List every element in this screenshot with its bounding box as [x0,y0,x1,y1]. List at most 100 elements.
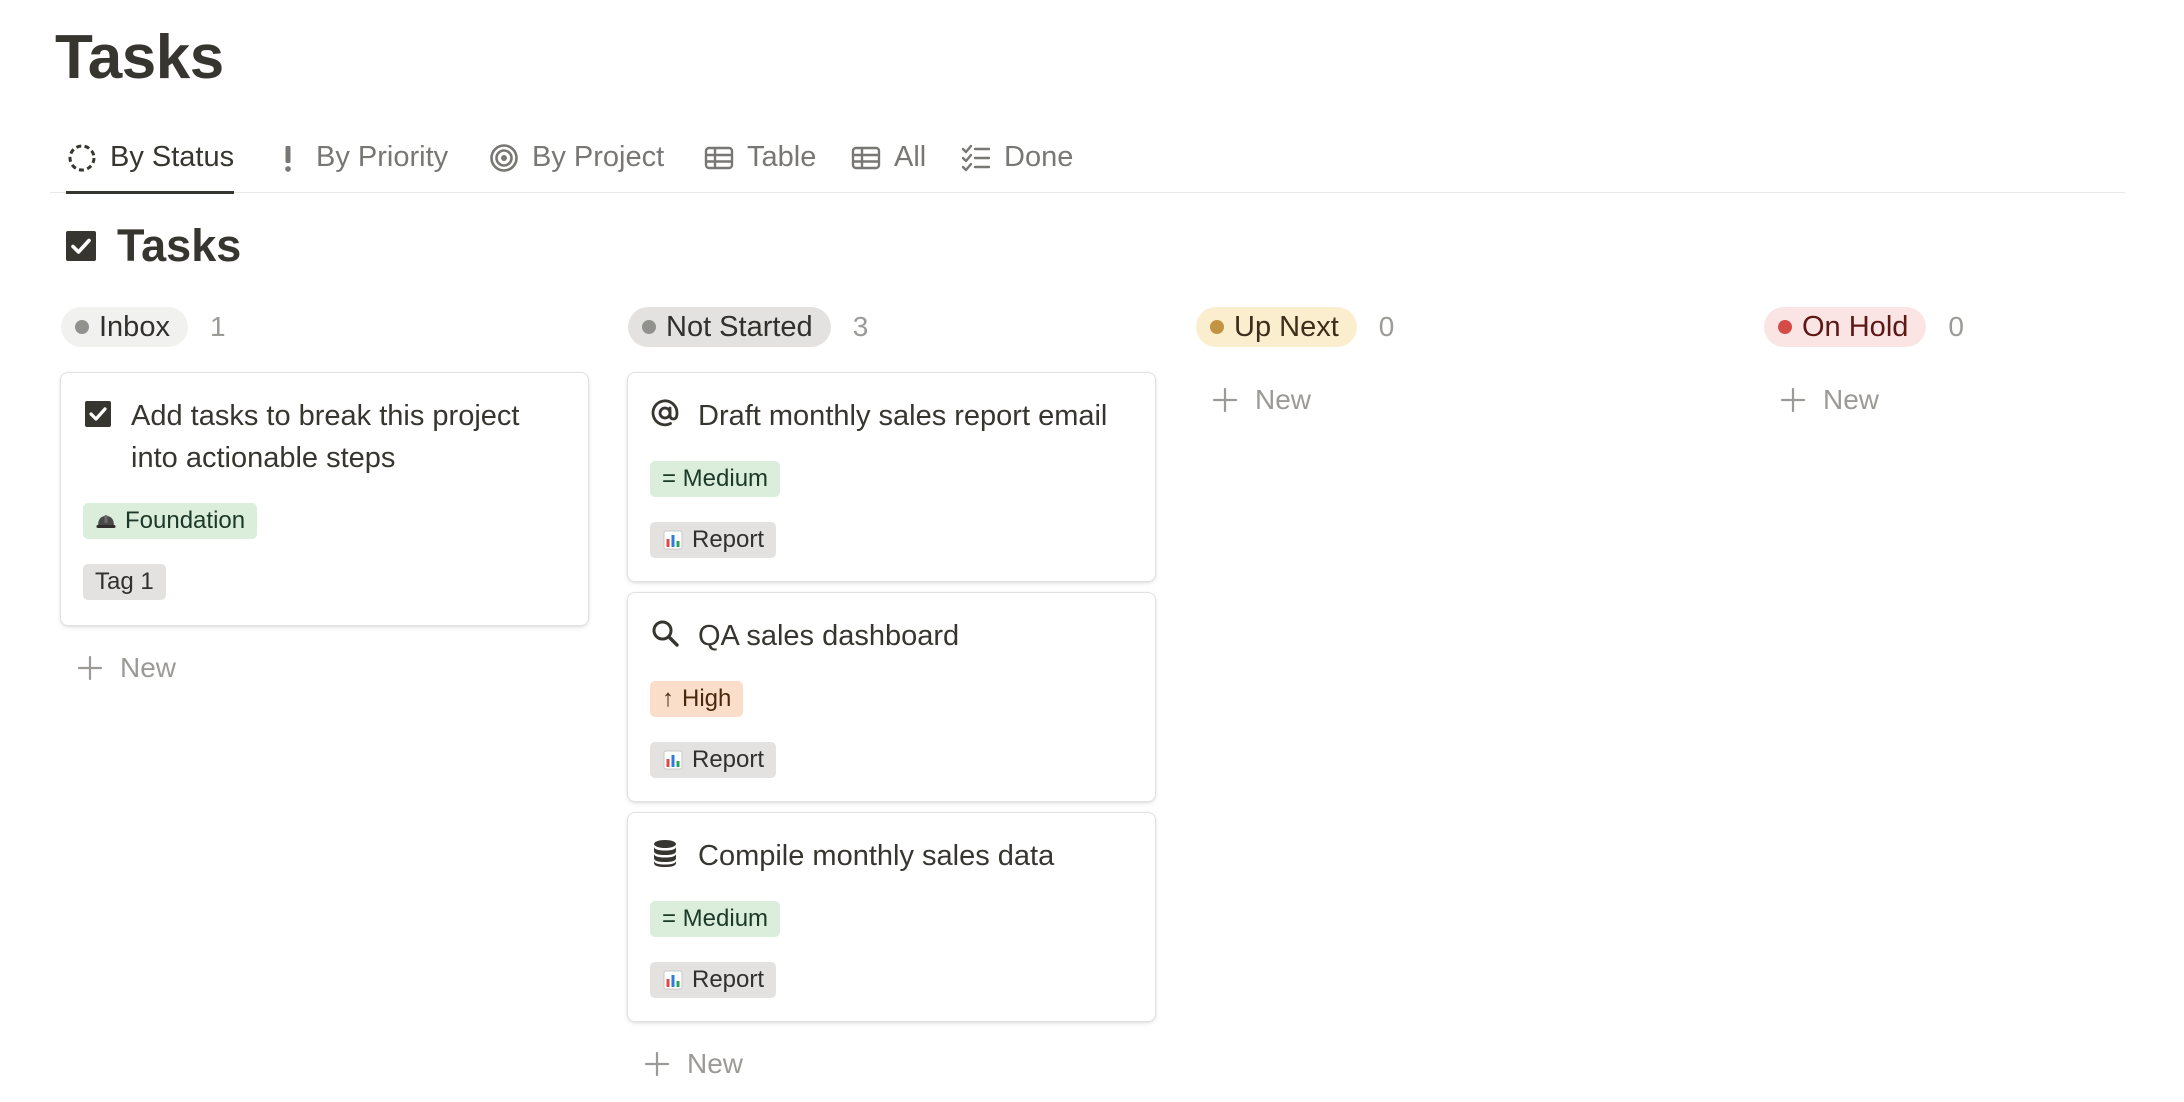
view-tabs: By Status By Priority By Project Table A… [50,123,2125,194]
task-card[interactable]: Add tasks to break this project into act… [60,372,589,626]
column-count: 0 [1948,311,1964,342]
search-icon [650,618,680,648]
priority-tag: = Medium [650,901,781,937]
checkbox-icon [83,398,113,428]
card-list: Draft monthly sales report email = Mediu… [627,372,1157,1022]
type-tag-row: Report [650,742,1133,778]
checkbox-icon [65,230,97,262]
card-title: Compile monthly sales data [698,840,1055,872]
tag-label: = Medium [662,905,769,932]
card-list: Add tasks to break this project into act… [60,372,590,626]
bar-chart-icon [663,970,683,990]
priority-tag: ↑ High [650,681,744,717]
status-dot [1210,320,1224,334]
plus-icon [1212,387,1238,413]
exclamation-icon [285,145,291,172]
tab-label: Table [747,141,817,173]
status-pill[interactable]: Inbox [61,307,188,347]
priority-tag: = Medium [650,461,781,497]
plus-icon [1780,387,1806,413]
column-header: Not Started 3 [627,306,1157,348]
column-header: On Hold 0 [1763,306,2184,348]
tab-label: Done [1004,141,1074,173]
status-label: Up Next [1234,310,1339,343]
tag-label: Report [692,526,765,553]
type-tag: Report [650,962,777,998]
tab-table[interactable]: Table [703,123,816,192]
tab-label: By Project [532,141,665,173]
new-label: New [687,1048,744,1079]
board-column-on-hold: On Hold 0 New [1763,306,2184,422]
board-column-not-started: Not Started 3 Draft monthly sales report… [627,306,1157,1086]
task-card[interactable]: Compile monthly sales data = Medium Repo… [627,812,1156,1022]
status-pill[interactable]: On Hold [1764,307,1927,347]
tab-label: By Status [110,141,235,173]
card-title-row: Draft monthly sales report email [650,395,1133,437]
new-label: New [1255,384,1312,415]
card-title: Draft monthly sales report email [698,400,1108,432]
construction-helmet-icon [96,515,116,528]
board-column-inbox: Inbox 1 Add tasks to break this project … [60,306,590,690]
task-card[interactable]: Draft monthly sales report email = Mediu… [627,372,1156,582]
tag-label: Report [692,746,765,773]
add-new-button[interactable]: New [1195,378,1725,422]
database-title: Tasks [117,220,242,271]
card-title-row: QA sales dashboard [650,615,1133,657]
at-sign-icon [650,398,680,428]
type-tag: Report [650,742,777,778]
priority-tag-row: ↑ High [650,681,1133,717]
column-count: 1 [209,311,226,342]
add-new-button[interactable]: New [627,1042,1157,1086]
column-count: 3 [852,311,869,342]
status-pill[interactable]: Up Next [1196,307,1357,347]
tag-label: Report [692,966,765,993]
status-label: Inbox [99,310,170,343]
plus-icon [644,1051,670,1077]
table-icon [851,146,881,169]
tag-label: = Medium [662,465,769,492]
tab-all[interactable]: All [850,123,926,192]
board-column-up-next: Up Next 0 New [1195,306,1725,422]
plus-icon [77,655,103,681]
status-circle-icon [68,144,96,171]
tag-label: Tag 1 [95,568,154,595]
checklist-icon [961,144,991,171]
page: Tasks By Status By Priority By Project T… [0,0,2184,1102]
bar-chart-icon [663,530,683,550]
table-icon [704,146,734,169]
status-dot [75,320,89,334]
tab-by-project[interactable]: By Project [488,123,664,192]
status-label: On Hold [1802,310,1909,343]
type-tag-row: Report [650,962,1133,998]
add-new-button[interactable]: New [1763,378,2184,422]
tag-row: Tag 1 [83,564,566,600]
tag-label: Foundation [125,507,246,534]
column-count: 0 [1378,311,1395,342]
up-arrow-icon: ↑ [662,685,674,712]
bar-chart-icon [663,750,683,770]
project-tag-row: Foundation [83,503,566,539]
database-heading[interactable]: Tasks [65,220,242,271]
status-dot [1778,320,1792,334]
tab-label: All [894,141,927,173]
tag-label: High [682,685,732,712]
project-tag: Foundation [83,503,258,539]
status-dot [642,320,656,334]
tab-by-priority[interactable]: By Priority [272,123,448,192]
new-label: New [1823,384,1880,415]
priority-tag-row: = Medium [650,461,1133,497]
tag: Tag 1 [83,564,166,600]
tab-label: By Priority [316,141,449,173]
tab-done[interactable]: Done [960,123,1073,192]
type-tag-row: Report [650,522,1133,558]
tab-by-status[interactable]: By Status [66,123,235,194]
status-pill[interactable]: Not Started [628,307,831,347]
page-title: Tasks [55,23,224,92]
task-card[interactable]: QA sales dashboard ↑ High Report [627,592,1156,802]
database-icon [650,838,680,868]
card-title: QA sales dashboard [698,620,960,652]
add-new-button[interactable]: New [60,646,590,690]
column-header: Inbox 1 [60,306,590,348]
new-label: New [120,652,177,683]
type-tag: Report [650,522,777,558]
